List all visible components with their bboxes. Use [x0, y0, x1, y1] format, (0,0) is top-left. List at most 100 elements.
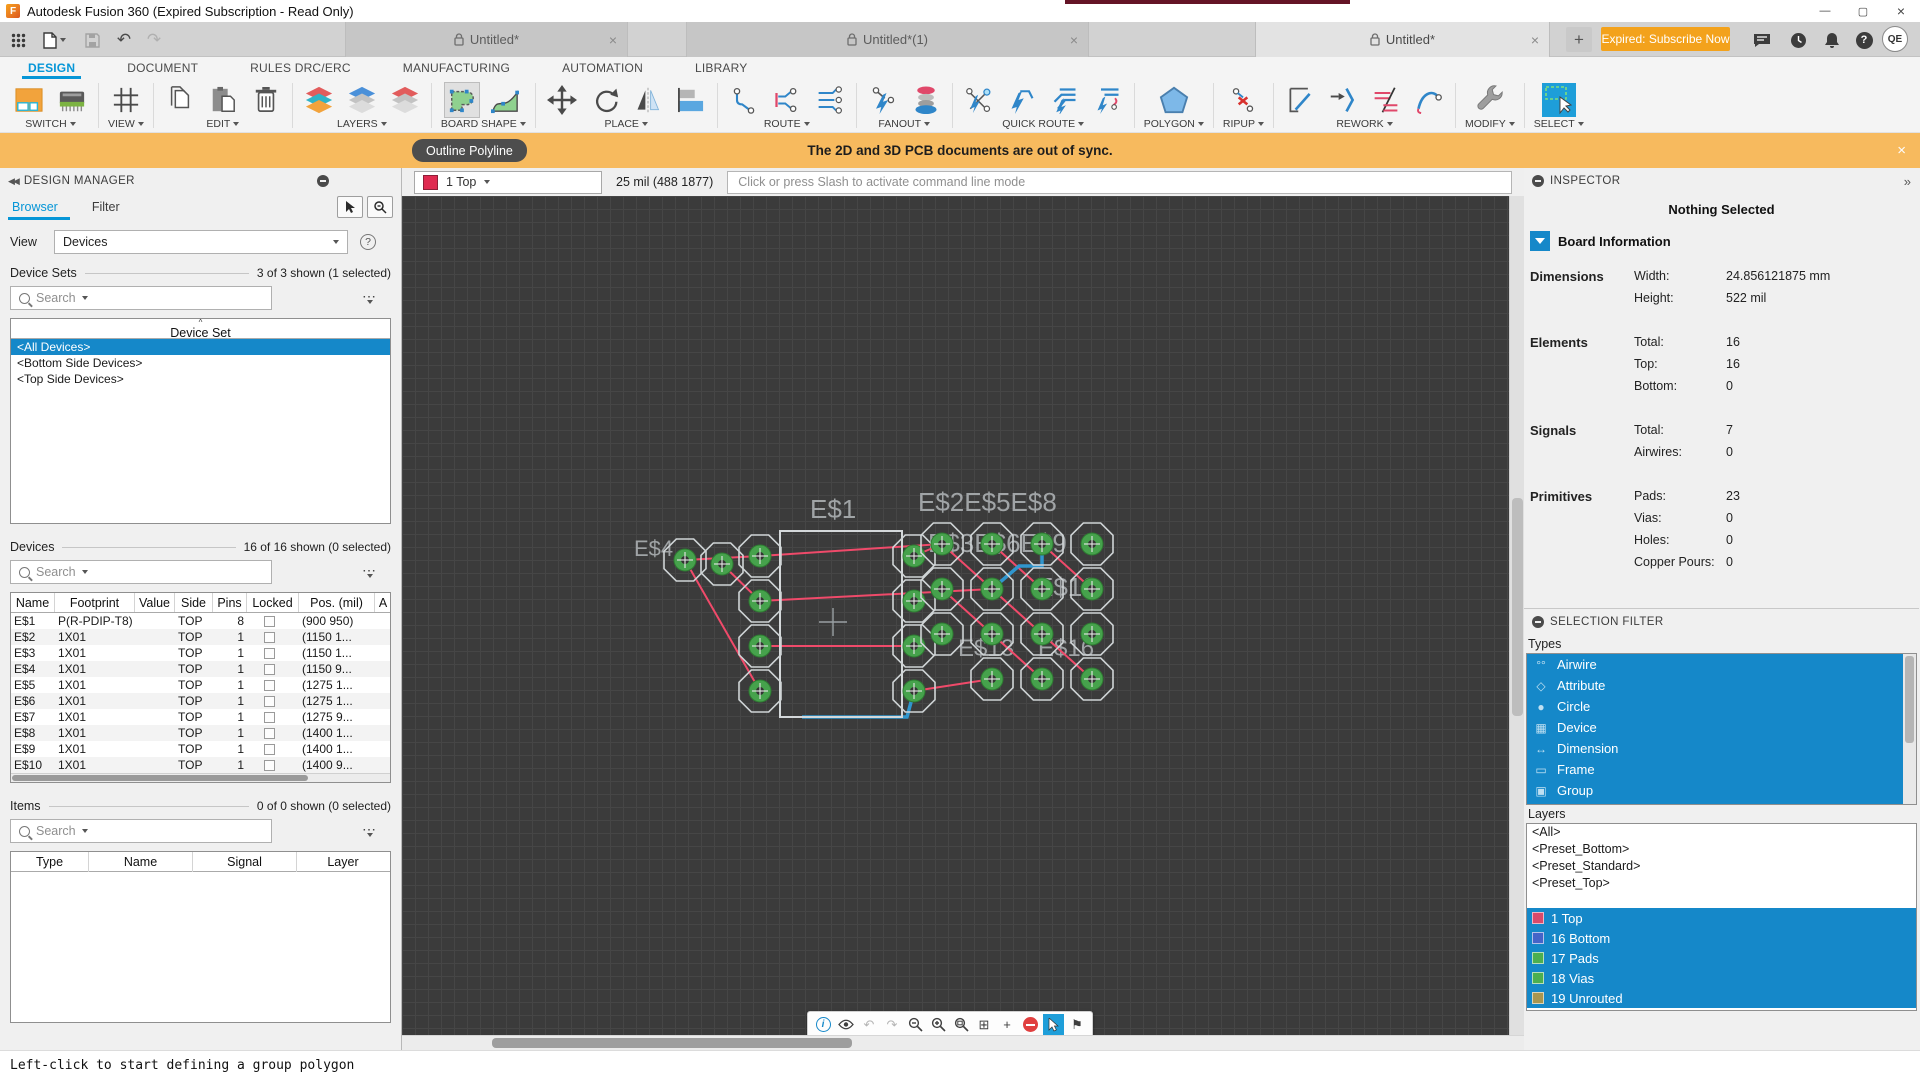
mirror-icon[interactable]: [631, 83, 665, 117]
switch-board-icon[interactable]: [12, 83, 46, 117]
route-multi-icon[interactable]: [813, 83, 847, 117]
select-mode-button[interactable]: [337, 196, 363, 218]
device-row[interactable]: E$2 1X01 TOP 1 (1150 1...: [11, 629, 390, 645]
device-row[interactable]: E$8 1X01 TOP 1 (1400 1...: [11, 725, 390, 741]
items-column-header[interactable]: Layer: [297, 852, 389, 872]
menu-manufacturing[interactable]: MANUFACTURING: [403, 57, 510, 79]
polygon-icon[interactable]: [1157, 83, 1191, 117]
menu-design[interactable]: DESIGN: [21, 57, 82, 79]
rework-split-icon[interactable]: [1369, 83, 1403, 117]
info-icon[interactable]: i: [813, 1015, 833, 1035]
stop-command-icon[interactable]: [1020, 1015, 1040, 1035]
menu-automation[interactable]: AUTOMATION: [562, 57, 643, 79]
board-information-collapse-button[interactable]: [1530, 231, 1550, 251]
copy-icon[interactable]: [163, 83, 197, 117]
zoom-selected-button[interactable]: [367, 196, 393, 218]
component-label[interactable]: E$2E$5E$8: [918, 487, 1057, 517]
help-circle-icon[interactable]: ?: [360, 234, 376, 250]
close-window-button[interactable]: ×: [1882, 0, 1920, 22]
route-diff-pair-icon[interactable]: [770, 83, 804, 117]
locked-checkbox[interactable]: [264, 712, 275, 724]
airwire-trace[interactable]: [684, 559, 761, 692]
quickroute-net-icon[interactable]: [962, 83, 996, 117]
menu-library[interactable]: LIBRARY: [695, 57, 748, 79]
fanout-via-icon[interactable]: [909, 83, 943, 117]
device-row[interactable]: E$3 1X01 TOP 1 (1150 1...: [11, 645, 390, 661]
comments-icon[interactable]: [1750, 29, 1774, 51]
view-dropdown[interactable]: Devices: [54, 230, 348, 254]
device-sets-search-input[interactable]: Search: [10, 286, 272, 310]
items-search-input[interactable]: Search: [10, 819, 272, 843]
device-row[interactable]: E$7 1X01 TOP 1 (1275 9...: [11, 709, 390, 725]
items-more-button[interactable]: ⋯: [362, 822, 377, 837]
new-document-icon[interactable]: [38, 29, 70, 51]
device-row[interactable]: E$10 1X01 TOP 1 (1400 9...: [11, 757, 390, 773]
pcb-pad[interactable]: [738, 669, 782, 713]
devices-column-header[interactable]: Name: [11, 593, 55, 612]
expired-subscribe-button[interactable]: Expired: Subscribe Now: [1601, 27, 1730, 51]
undo-icon[interactable]: ↶: [112, 29, 136, 51]
items-column-header[interactable]: Type: [11, 852, 89, 872]
panel-collapse-icon[interactable]: [1532, 175, 1544, 187]
type-filter-item[interactable]: ◉ Hole: [1527, 801, 1916, 804]
dip8-component-outline[interactable]: [779, 530, 903, 718]
job-status-clock-icon[interactable]: [1786, 29, 1810, 51]
rework-meander-icon[interactable]: [1412, 83, 1446, 117]
notifications-bell-icon[interactable]: [1820, 29, 1844, 51]
new-tab-button[interactable]: +: [1566, 27, 1592, 52]
type-filter-item[interactable]: ● Circle: [1527, 696, 1916, 717]
paste-icon[interactable]: [206, 83, 240, 117]
tab-close-icon[interactable]: ×: [1070, 32, 1078, 48]
canvas-horizontal-scrollbar[interactable]: [402, 1035, 1524, 1050]
locked-checkbox[interactable]: [264, 648, 275, 660]
pcb-pad[interactable]: [1070, 522, 1114, 566]
redo-icon[interactable]: ↷: [142, 29, 166, 51]
pcb-canvas[interactable]: E$1E$4E$2E$5E$8E$3E$6E$9E$10E$13E$16 i ↶…: [402, 196, 1509, 1035]
pcb-pad[interactable]: [970, 657, 1014, 701]
rework-push-icon[interactable]: [1326, 83, 1360, 117]
pcb-pad[interactable]: [920, 567, 964, 611]
items-column-header[interactable]: Signal: [193, 852, 297, 872]
wrench-icon[interactable]: [1473, 83, 1507, 117]
pcb-pad[interactable]: [920, 612, 964, 656]
align-icon[interactable]: [674, 83, 708, 117]
type-filter-item[interactable]: ▣ Group: [1527, 780, 1916, 801]
type-filter-item[interactable]: ▦ Device: [1527, 717, 1916, 738]
tab-untitled-3-active[interactable]: Untitled* ×: [1255, 22, 1550, 57]
pcb-pad[interactable]: [892, 579, 936, 623]
devices-column-header[interactable]: Locked: [247, 593, 299, 612]
help-icon[interactable]: ?: [1852, 29, 1876, 51]
device-row[interactable]: E$5 1X01 TOP 1 (1275 1...: [11, 677, 390, 693]
device-row[interactable]: E$1 P(R-PDIP-T8) TOP 8 (900 950): [11, 613, 390, 629]
locked-checkbox[interactable]: [264, 632, 275, 644]
fanout-signal-icon[interactable]: [866, 83, 900, 117]
grid-settings-icon[interactable]: [109, 83, 143, 117]
device-set-row[interactable]: <Bottom Side Devices>: [11, 355, 390, 371]
devices-column-header[interactable]: A: [375, 593, 391, 612]
type-filter-item[interactable]: ↔ Dimension: [1527, 738, 1916, 759]
pcb-pad[interactable]: [1020, 657, 1064, 701]
grid-icon[interactable]: ⊞: [974, 1015, 994, 1035]
maximize-button[interactable]: ▢: [1844, 0, 1882, 22]
board-spline-icon[interactable]: [488, 83, 522, 117]
app-grid-icon[interactable]: [6, 29, 30, 51]
device-row[interactable]: E$4 1X01 TOP 1 (1150 9...: [11, 661, 390, 677]
layer-item[interactable]: 16 Bottom: [1527, 928, 1916, 948]
locked-checkbox[interactable]: [264, 760, 275, 772]
redo-icon[interactable]: ↷: [882, 1015, 902, 1035]
pcb-pad[interactable]: [892, 669, 936, 713]
layer-preset-item[interactable]: <Preset_Top>: [1527, 875, 1916, 892]
rotate-icon[interactable]: [588, 83, 622, 117]
locked-checkbox[interactable]: [264, 696, 275, 708]
delete-icon[interactable]: [249, 83, 283, 117]
route-manual-icon[interactable]: [727, 83, 761, 117]
tab-close-icon[interactable]: ×: [1531, 32, 1539, 48]
device-sets-more-button[interactable]: ⋯: [362, 289, 377, 304]
layer-item[interactable]: 19 Unrouted: [1527, 988, 1916, 1008]
layer-item[interactable]: 17 Pads: [1527, 948, 1916, 968]
active-layer-dropdown[interactable]: 1 Top: [414, 170, 602, 194]
type-filter-item[interactable]: °° Airwire: [1527, 654, 1916, 675]
type-filter-item[interactable]: ◇ Attribute: [1527, 675, 1916, 696]
devices-column-header[interactable]: Footprint: [55, 593, 135, 612]
type-filter-item[interactable]: ▭ Frame: [1527, 759, 1916, 780]
